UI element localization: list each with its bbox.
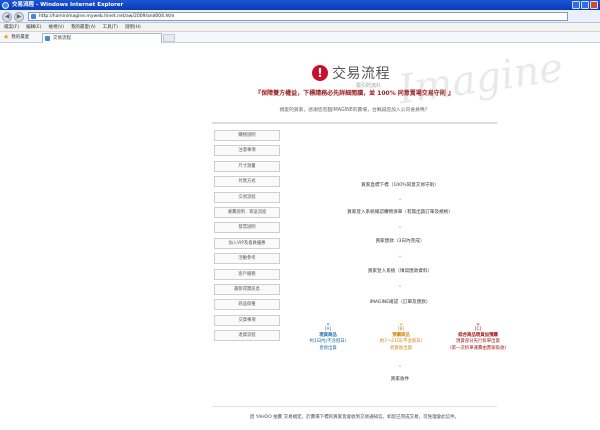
- forward-arrow-icon[interactable]: ▶: [14, 11, 24, 22]
- tab-active[interactable]: 交易流程: [42, 33, 162, 43]
- minimize-button[interactable]: [572, 1, 580, 9]
- menu-tools[interactable]: 工具(T): [103, 23, 118, 31]
- sidebar-item[interactable]: 注意事項: [214, 145, 280, 157]
- sidebar-item[interactable]: 退貨流程: [214, 330, 280, 342]
- sidebar-item[interactable]: 運費說明．寄送流程: [214, 206, 280, 218]
- option-c: ⌄ [C] 綜合商品現貨加預購 現貨部分先行拆單出貨 (第一次拆單運費由賣家吸收…: [440, 320, 516, 352]
- menu-file[interactable]: 檔案(F): [4, 23, 19, 31]
- chevron-down-icon: ⌄: [397, 195, 403, 202]
- footer-note: 因 YAHOO 拍賣 交易規定，於賣場下標的買家皆會收到交易通知信，如您已完成交…: [249, 415, 460, 420]
- welcome-text: 親愛的買家，感謝您蒞臨IMAGINE的賣場，台鮮誠您加入公司會員嗎？: [279, 108, 430, 113]
- sidebar-item[interactable]: 活動參考: [214, 253, 280, 265]
- url-text: http://haminimagine.myweb.hinet.net/aw/2…: [39, 14, 175, 19]
- sidebar-item[interactable]: 購物說明: [214, 130, 280, 141]
- tab-bar: ★ 我的最愛 交易流程: [0, 32, 600, 43]
- flow-step: 買家直標下標（100％同意交易守則）: [361, 183, 439, 188]
- sidebar-item[interactable]: 付款方式: [214, 176, 280, 188]
- flow-step: 買家匯款（3日內完成）: [375, 239, 425, 244]
- menu-bar: 檔案(F) 編輯(E) 檢視(V) 我的最愛(A) 工具(T) 說明(H): [0, 23, 600, 32]
- chevron-down-icon: ⌄: [397, 223, 403, 230]
- sidebar-item[interactable]: 尺寸測量: [214, 160, 280, 172]
- menu-edit[interactable]: 編輯(E): [26, 23, 41, 31]
- sidebar-item[interactable]: 商品保養: [214, 299, 280, 311]
- option-a: ⌄ [A] 現貨商品 約1日內(不含假日) 直接出貨: [295, 320, 361, 352]
- star-icon: ★: [3, 33, 10, 41]
- address-bar: ◀ ▶ http://haminimagine.myweb.hinet.net/…: [0, 10, 600, 23]
- ie-icon: [2, 1, 9, 9]
- exclamation-icon: !: [312, 65, 328, 81]
- favorites-button[interactable]: ★ 我的最愛: [3, 33, 29, 42]
- page-title: 交易流程: [332, 66, 390, 82]
- flow-step: 買家登入系統確認購物清單（有無出貨訂單及規格）: [347, 210, 453, 215]
- chevron-down-icon: ⌄: [398, 319, 404, 327]
- divider: [212, 122, 497, 123]
- maximize-button[interactable]: [581, 1, 589, 9]
- tab-label: 交易流程: [53, 36, 71, 41]
- menu-view[interactable]: 檢視(V): [48, 23, 64, 31]
- chevron-down-icon: ⌄: [475, 319, 481, 327]
- menu-help[interactable]: 說明(H): [125, 23, 141, 31]
- window-controls: [572, 1, 598, 9]
- url-field[interactable]: http://haminimagine.myweb.hinet.net/aw/2…: [28, 12, 568, 21]
- sidebar-item[interactable]: 交貨事項: [214, 314, 280, 326]
- chevron-down-icon: ⌄: [397, 252, 403, 259]
- divider: [212, 123, 497, 124]
- option-b: ⌄ [B] 預購商品 約7～21日(不含假日) 到貨後出貨: [368, 320, 434, 352]
- option-line2: 到貨後出貨: [390, 345, 412, 351]
- sidebar-item[interactable]: 發票說明: [214, 222, 280, 234]
- close-button[interactable]: [590, 1, 598, 9]
- sidebar-nav: 購物說明 注意事項 尺寸測量 付款方式 交易流程 運費說明．寄送流程 發票說明 …: [214, 130, 280, 345]
- sidebar-item[interactable]: 交易流程: [214, 191, 280, 203]
- new-tab-button[interactable]: [163, 34, 175, 42]
- page-icon: [31, 14, 36, 19]
- sidebar-item[interactable]: 客戶服務: [214, 268, 280, 280]
- option-line2: 直接出貨: [319, 345, 337, 351]
- chevron-down-icon: ⌄: [397, 362, 403, 369]
- sidebar-item[interactable]: 最新得獎訊息: [214, 283, 280, 295]
- option-line2: (第一次拆單運費由賣家吸收): [449, 345, 507, 351]
- flow-step: IMAGINE確認（訂單及匯款）: [369, 300, 431, 305]
- rules-headline: 『保障雙方權益，下標請務必先詳細閱讀，並 100% 同意賣場交易守則 』: [255, 90, 454, 97]
- flow-step: 買家登入系統（填寫匯款資料）: [367, 269, 433, 274]
- footer-divider: [212, 406, 497, 407]
- back-arrow-icon[interactable]: ◀: [2, 11, 12, 22]
- sidebar-item[interactable]: 加入VIP及會員優惠: [214, 237, 280, 249]
- flow-final-step: 買家收件: [390, 377, 410, 382]
- window-title: 交易流程 - Windows Internet Explorer: [12, 2, 124, 8]
- chevron-down-icon: ⌄: [325, 319, 331, 327]
- chevron-down-icon: ⌄: [397, 282, 403, 289]
- page-icon: [45, 36, 50, 41]
- favorites-label: 我的最愛: [11, 35, 30, 40]
- menu-favorites[interactable]: 我的最愛(A): [71, 23, 96, 31]
- page-content: Imagine ! 交易流程 需引的流れ 『保障雙方權益，下標請務必先詳細閱讀，…: [0, 44, 600, 430]
- window-titlebar: 交易流程 - Windows Internet Explorer: [0, 0, 600, 10]
